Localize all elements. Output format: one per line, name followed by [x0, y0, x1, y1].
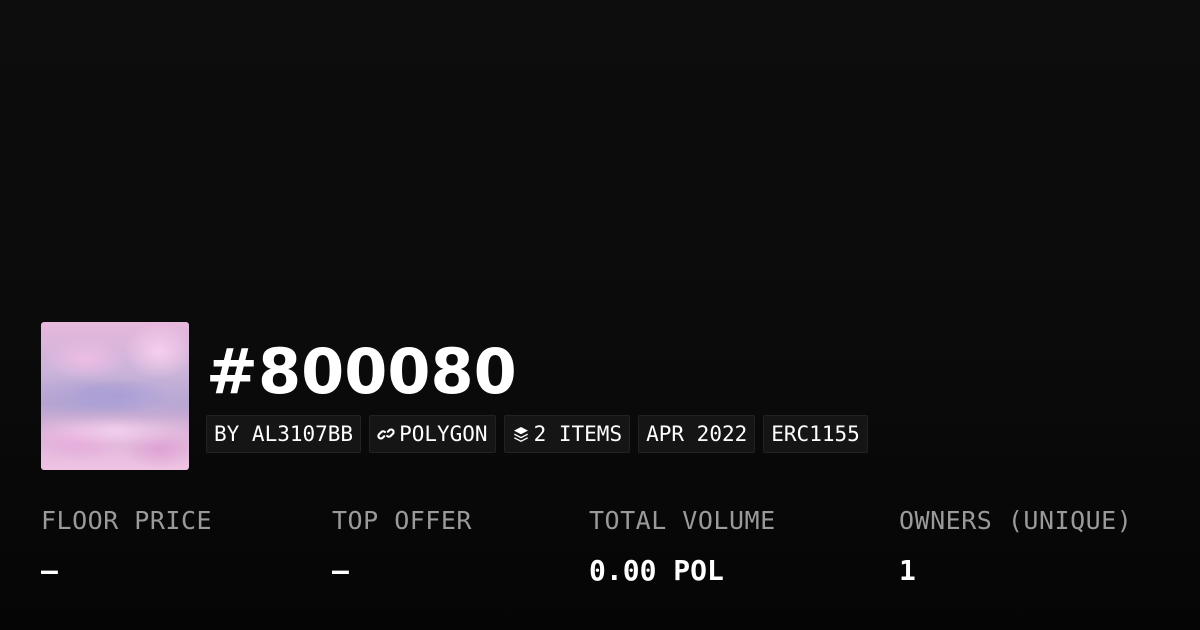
creator-tag-label: BY AL3107BB [214, 422, 354, 446]
total-volume-value: 0.00 POL [589, 554, 724, 587]
owners-label: OWNERS (UNIQUE) [899, 506, 1133, 535]
chain-tag-label: POLYGON [399, 422, 488, 446]
floor-price-stat: FLOOR PRICE – [41, 505, 212, 587]
polygon-link-icon [377, 425, 395, 443]
collection-thumbnail [41, 322, 189, 470]
collection-title: #800080 [206, 335, 517, 408]
items-tag-label: 2 ITEMS [533, 422, 623, 446]
standard-tag: ERC1155 [763, 415, 868, 453]
standard-tag-label: ERC1155 [771, 422, 860, 446]
top-offer-value: – [332, 554, 349, 587]
floor-price-label: FLOOR PRICE [41, 506, 213, 535]
top-offer-stat: TOP OFFER – [332, 505, 472, 587]
collection-share-card: #800080 BY AL3107BB POLYGON 2 ITEMS APR … [0, 0, 1200, 630]
floor-price-value: – [41, 554, 58, 587]
top-offer-label: TOP OFFER [332, 506, 472, 535]
owners-value: 1 [899, 554, 916, 587]
collection-tags: BY AL3107BB POLYGON 2 ITEMS APR 2022 ERC… [206, 415, 868, 453]
layers-icon [512, 425, 530, 443]
total-volume-label: TOTAL VOLUME [589, 506, 776, 535]
creator-tag[interactable]: BY AL3107BB [206, 415, 362, 453]
thumbnail-streak [41, 384, 189, 410]
date-tag: APR 2022 [638, 415, 756, 453]
date-tag-label: APR 2022 [646, 422, 748, 446]
total-volume-stat: TOTAL VOLUME 0.00 POL [589, 505, 776, 587]
owners-stat: OWNERS (UNIQUE) 1 [899, 505, 1132, 587]
items-tag[interactable]: 2 ITEMS [503, 415, 631, 453]
thumbnail-streak-light [41, 422, 189, 440]
chain-tag[interactable]: POLYGON [369, 415, 496, 453]
